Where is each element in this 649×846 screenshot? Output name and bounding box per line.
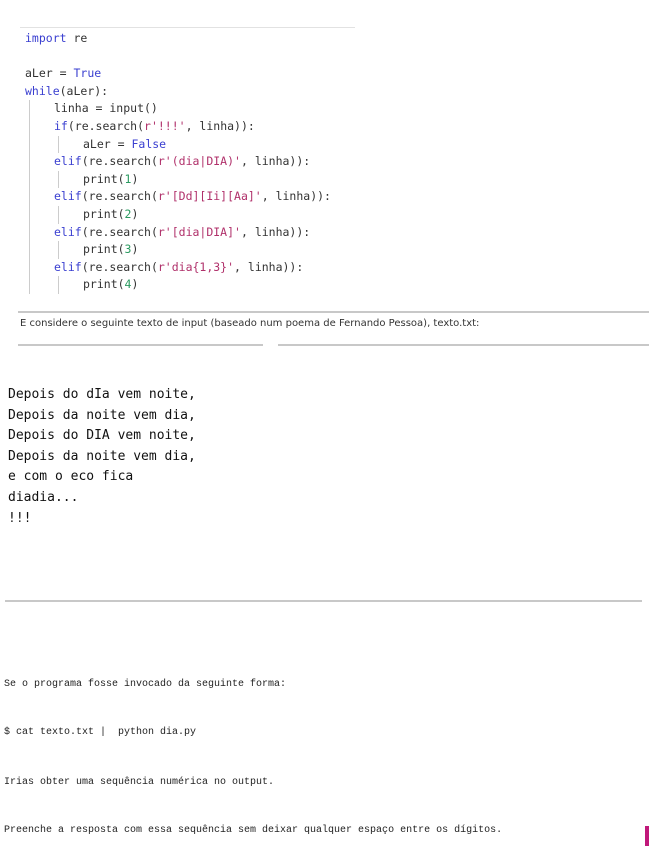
code-line: elif(re.search(r'(dia|DIA)', linha)): — [25, 153, 331, 171]
code-token: elif — [54, 259, 82, 274]
code-token: elif — [54, 154, 82, 169]
code-line: if(re.search(r'!!!', linha)): — [25, 117, 331, 136]
divider — [18, 344, 263, 346]
code-line: print(4) — [25, 276, 331, 294]
code-block: import re aLer = True while(aLer): linha = … — [25, 30, 331, 294]
code-token: (re.search( — [81, 189, 158, 204]
code-token: linha = input() — [54, 101, 158, 116]
code-token: ) — [131, 242, 139, 257]
code-token: ) — [131, 277, 139, 292]
indent-guide — [29, 205, 30, 224]
code-token: print( — [83, 171, 125, 186]
code-token: ) — [131, 206, 139, 221]
indent-guide — [29, 188, 30, 206]
indent-guide — [29, 135, 30, 154]
instruction-text: Preenche a resposta com essa sequência s… — [4, 825, 503, 836]
code-token: (re.search( — [67, 118, 145, 133]
code-token: print( — [83, 277, 125, 292]
code-token: , linha)): — [185, 118, 255, 133]
indent-guide — [58, 241, 59, 259]
code-token: r'(dia|DIA)' — [157, 154, 241, 169]
code-token: , linha)): — [234, 259, 304, 274]
code-token: , linha)): — [261, 189, 331, 204]
indent-guide — [29, 153, 30, 171]
answer-cursor[interactable] — [645, 826, 649, 846]
code-token: (re.search( — [81, 259, 158, 274]
code-token: re — [66, 31, 88, 45]
poem-text: Depois do dIa vem noite, Depois da noite … — [8, 385, 196, 529]
code-token: while — [25, 83, 60, 98]
code-token: (re.search( — [81, 154, 158, 169]
invocation-label: Se o programa fosse invocado da seguinte… — [4, 679, 287, 690]
code-token: if — [54, 118, 68, 133]
code-line: elif(re.search(r'dia{1,3}', linha)): — [25, 258, 331, 277]
indent-guide — [29, 100, 30, 118]
indent-guide — [29, 117, 30, 136]
poem-line: Depois da noite vem dia, — [8, 448, 196, 464]
code-token: , linha)): — [240, 154, 311, 169]
indent-guide — [29, 258, 30, 277]
code-token: print( — [83, 242, 125, 257]
code-token: r'[dia|DIA]' — [157, 224, 241, 239]
code-token: elif — [54, 224, 82, 239]
code-line: print(3) — [25, 241, 331, 259]
code-line: print(2) — [25, 205, 331, 224]
top-divider — [20, 27, 355, 28]
indent-guide — [58, 170, 59, 189]
code-token: r'!!!' — [144, 118, 186, 133]
poem-line: diadia... — [8, 489, 79, 505]
poem-line: Depois do DIA vem noite, — [8, 428, 196, 444]
code-token: False — [131, 136, 167, 151]
command-text: $ cat texto.txt | python dia.py — [4, 727, 197, 738]
divider — [5, 600, 642, 602]
code-token: print( — [83, 206, 125, 221]
code-token: (aLer): — [59, 83, 109, 98]
indent-guide — [29, 276, 30, 294]
code-token: aLer = — [83, 136, 132, 151]
poem-line: Depois da noite vem dia, — [8, 407, 196, 423]
indent-guide — [29, 170, 30, 189]
code-line: import re — [25, 30, 331, 48]
code-token: , linha)): — [240, 224, 311, 239]
code-line: aLer = False — [25, 135, 331, 154]
intro-text: E considere o seguinte texto de input (b… — [20, 318, 480, 329]
divider — [18, 311, 649, 313]
indent-guide — [58, 276, 59, 294]
code-token: import — [25, 31, 67, 45]
code-line: while(aLer): — [25, 83, 331, 101]
code-token: elif — [54, 189, 82, 204]
code-token: ) — [131, 171, 139, 186]
code-line: elif(re.search(r'[Dd][Ii][Aa]', linha)): — [25, 188, 331, 206]
indent-guide — [58, 135, 59, 154]
indent-guide — [29, 241, 30, 259]
poem-line: e com o eco fica — [8, 469, 134, 485]
code-token: aLer = — [25, 66, 74, 81]
code-token: True — [73, 66, 102, 81]
indent-guide — [29, 223, 30, 242]
code-token: r'[Dd][Ii][Aa]' — [157, 189, 262, 204]
poem-line: Depois do dIa vem noite, — [8, 387, 196, 402]
indent-guide — [58, 205, 59, 224]
code-token: (re.search( — [81, 224, 158, 239]
poem-line: !!! — [8, 510, 32, 526]
divider — [278, 344, 649, 346]
code-line: linha = input() — [25, 100, 331, 118]
code-line: elif(re.search(r'[dia|DIA]', linha)): — [25, 223, 331, 242]
output-note: Irias obter uma sequência numérica no ou… — [4, 777, 275, 788]
code-line: aLer = True — [25, 65, 331, 83]
code-line: print(1) — [25, 170, 331, 189]
code-token: r'dia{1,3}' — [157, 259, 235, 274]
